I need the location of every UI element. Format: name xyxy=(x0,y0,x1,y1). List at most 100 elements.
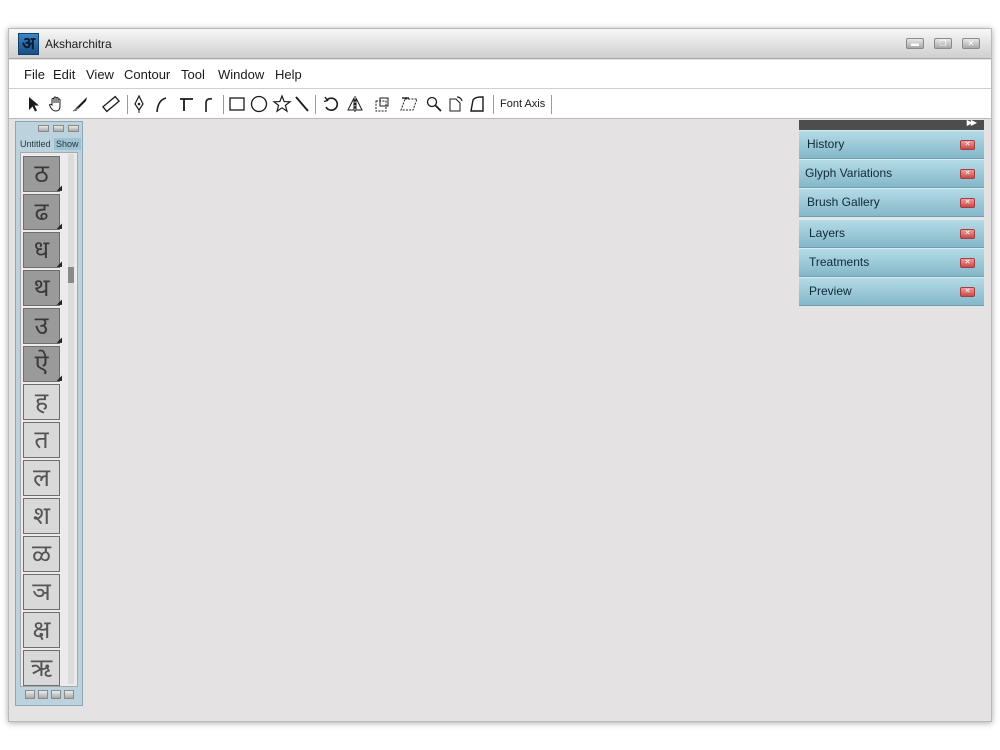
image-icon[interactable] xyxy=(25,690,35,699)
glyph-tile[interactable]: ऋ xyxy=(23,650,60,686)
minimize-icon[interactable]: ▬ xyxy=(906,38,924,49)
menu-view[interactable]: View xyxy=(86,67,114,82)
dock-header: ▶▶ xyxy=(799,118,984,130)
ellipse-icon[interactable] xyxy=(249,94,269,114)
menu-tool[interactable]: Tool xyxy=(181,67,205,82)
shape-icon[interactable] xyxy=(467,94,487,114)
maximize-icon[interactable]: ❐ xyxy=(934,38,952,49)
panel-label: Glyph Variations xyxy=(805,166,893,180)
tab-show[interactable]: Show xyxy=(54,138,81,150)
knife-icon[interactable] xyxy=(70,94,90,114)
star-icon[interactable] xyxy=(272,94,292,114)
glyph-char: ऋ xyxy=(30,653,53,682)
scrollbar-thumb[interactable] xyxy=(68,267,74,283)
close-icon[interactable]: ✕ xyxy=(960,258,975,268)
corner-icon[interactable] xyxy=(198,94,218,114)
chart-icon[interactable] xyxy=(38,690,48,699)
glyph-tile[interactable]: ल xyxy=(23,460,60,496)
glyph-char: ल xyxy=(33,463,50,492)
glyph-tile[interactable]: ह xyxy=(23,384,60,420)
new-glyph-icon[interactable] xyxy=(51,690,61,699)
rotate-point-icon[interactable] xyxy=(445,94,465,114)
glyph-char: थ xyxy=(33,273,50,302)
measure-icon[interactable] xyxy=(101,94,121,114)
panel-label: History xyxy=(807,137,845,151)
menu-window[interactable]: Window xyxy=(218,67,264,82)
close-icon[interactable]: ✕ xyxy=(960,140,975,150)
glyph-char: त xyxy=(34,425,49,454)
curve-icon[interactable] xyxy=(151,94,171,114)
panel-minimize-icon[interactable] xyxy=(38,125,49,132)
submenu-arrow-icon: ◢ xyxy=(56,184,62,192)
menu-contour[interactable]: Contour xyxy=(124,67,170,82)
panel-close-icon[interactable] xyxy=(68,125,79,132)
toolbar-separator xyxy=(223,95,224,114)
glyph-char: ठ xyxy=(34,159,49,188)
close-icon[interactable]: ✕ xyxy=(960,229,975,239)
glyph-tile[interactable]: ढ ◢ xyxy=(23,194,62,230)
trash-icon[interactable] xyxy=(64,690,74,699)
rotate-icon[interactable] xyxy=(321,94,341,114)
panel-preview[interactable]: Preview ✕ xyxy=(799,277,984,306)
title-bar[interactable]: अ Aksharchitra ▬ ❐ ✕ xyxy=(9,29,991,59)
hand-icon[interactable] xyxy=(46,94,66,114)
glyph-tile[interactable]: ञ xyxy=(23,574,60,610)
panel-label: Layers xyxy=(809,226,846,240)
glyph-tile[interactable]: ठ ◢ xyxy=(23,156,62,192)
close-icon[interactable]: ✕ xyxy=(960,169,975,179)
menu-edit[interactable]: Edit xyxy=(53,67,75,82)
glyph-char: ऐ xyxy=(34,349,49,378)
glyph-tile[interactable]: त xyxy=(23,422,60,458)
app-logo-icon: अ xyxy=(18,33,39,55)
close-icon[interactable]: ✕ xyxy=(962,38,980,49)
rectangle-icon[interactable] xyxy=(227,94,247,114)
pen-icon[interactable] xyxy=(129,94,149,114)
glyph-list-scrollbar[interactable] xyxy=(68,154,74,684)
panel-treatments[interactable]: Treatments ✕ xyxy=(799,248,984,277)
glyph-panel: Untitled Show ठ ◢ ढ ◢ ध ◢ थ ◢ उ ◢ ऐ ◢ ह त ल श … xyxy=(15,121,83,706)
submenu-arrow-icon: ◢ xyxy=(56,374,62,382)
close-icon[interactable]: ✕ xyxy=(960,287,975,297)
glyph-tile[interactable]: ध ◢ xyxy=(23,232,62,268)
skew-icon[interactable] xyxy=(399,94,419,114)
panel-label: Brush Gallery xyxy=(807,195,880,209)
panel-layers[interactable]: Layers ✕ xyxy=(799,219,984,248)
pointer-arrow-icon[interactable] xyxy=(24,94,44,114)
zoom-icon[interactable] xyxy=(424,94,444,114)
glyph-tile[interactable]: श xyxy=(23,498,60,534)
panel-label: Preview xyxy=(809,284,852,298)
glyph-tile[interactable]: ऐ ◢ xyxy=(23,346,62,382)
glyph-tile[interactable]: थ ◢ xyxy=(23,270,62,306)
tab-untitled[interactable]: Untitled xyxy=(18,138,53,150)
collapse-panels-icon[interactable]: ▶▶ xyxy=(967,118,977,127)
menu-help[interactable]: Help xyxy=(275,67,302,82)
panel-restore-icon[interactable] xyxy=(53,125,64,132)
glyph-char: ञ xyxy=(32,577,51,606)
glyph-char: ळ xyxy=(31,539,51,568)
submenu-arrow-icon: ◢ xyxy=(56,336,62,344)
panel-glyph-variations[interactable]: Glyph Variations ✕ xyxy=(799,159,984,188)
glyph-list: ठ ◢ ढ ◢ ध ◢ थ ◢ उ ◢ ऐ ◢ ह त ल श ळ ञ क्ष ऋ xyxy=(20,152,78,687)
glyph-tile[interactable]: ळ xyxy=(23,536,60,572)
tangent-icon[interactable] xyxy=(176,94,196,114)
font-axis-button[interactable]: Font Axis xyxy=(500,98,545,110)
panel-dock: ▶▶ History ✕ Glyph Variations ✕ Brush Ga… xyxy=(799,118,984,308)
glyph-char: श xyxy=(32,501,50,530)
glyph-tile[interactable]: क्ष xyxy=(23,612,60,648)
glyph-char: क्ष xyxy=(32,615,51,644)
close-icon[interactable]: ✕ xyxy=(960,198,975,208)
glyph-char: ध xyxy=(33,235,50,264)
glyph-tile[interactable]: उ ◢ xyxy=(23,308,62,344)
submenu-arrow-icon: ◢ xyxy=(56,260,62,268)
panel-brush-gallery[interactable]: Brush Gallery ✕ xyxy=(799,188,984,217)
window-title: Aksharchitra xyxy=(45,37,112,51)
toolbar: Font Axis xyxy=(9,89,991,119)
menu-file[interactable]: File xyxy=(24,67,45,82)
panel-history[interactable]: History ✕ xyxy=(799,130,984,159)
scale-icon[interactable] xyxy=(372,94,392,114)
submenu-arrow-icon: ◢ xyxy=(56,222,62,230)
app-window: अ Aksharchitra ▬ ❐ ✕ File Edit View Cont… xyxy=(8,28,992,722)
toolbar-separator xyxy=(493,95,494,114)
line-icon[interactable] xyxy=(292,94,312,114)
mirror-icon[interactable] xyxy=(345,94,365,114)
